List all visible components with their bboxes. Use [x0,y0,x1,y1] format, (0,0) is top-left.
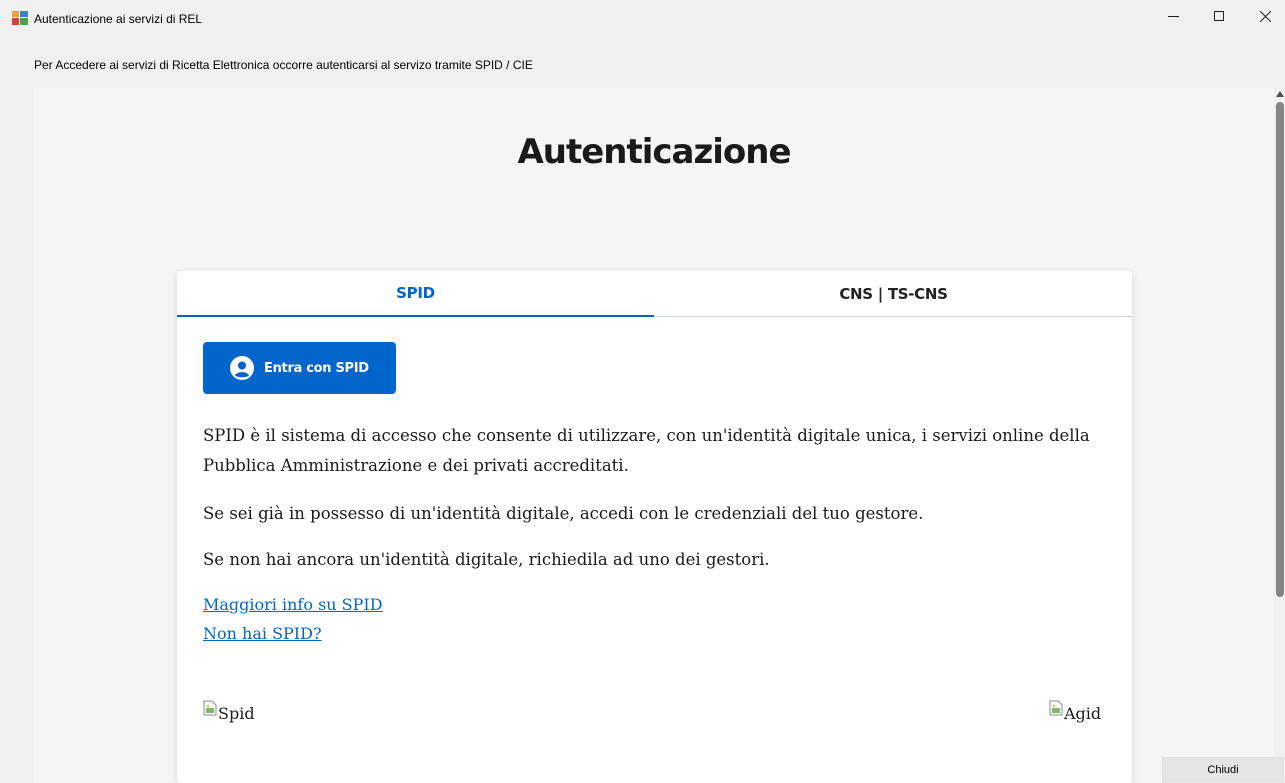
minimize-icon [1167,15,1179,17]
tab-bar: SPID CNS | TS-CNS [177,271,1132,317]
spid-request-identity-text: Se non hai ancora un'identità digitale, … [203,550,770,569]
window-title: Autenticazione ai servizi di REL [34,12,203,26]
agid-image-alt: Agid [1064,704,1102,723]
auth-card: SPID CNS | TS-CNS Entra con SPID SPID è … [177,271,1132,783]
close-window-button[interactable] [1242,0,1285,32]
vertical-scrollbar[interactable] [1274,88,1285,783]
broken-image-icon [203,700,217,716]
maximize-button[interactable] [1196,0,1242,32]
spid-description: SPID è il sistema di accesso che consent… [203,426,1090,475]
web-content: Autenticazione SPID CNS | TS-CNS Entra c… [34,88,1274,783]
tab-spid[interactable]: SPID [177,271,654,317]
agid-logo-image: Agid [1049,700,1102,723]
chiudi-button[interactable]: Chiudi [1162,757,1284,783]
entra-con-spid-button[interactable]: Entra con SPID [203,342,396,394]
page-title: Autenticazione [517,132,791,172]
info-label: Per Accedere ai servizi di Ricetta Elett… [34,58,533,72]
minimize-button[interactable] [1150,0,1196,32]
more-info-spid-link[interactable]: Maggiori info su SPID [203,595,383,614]
spid-existing-identity-text: Se sei già in possesso di un'identità di… [203,504,924,523]
close-icon [1259,10,1271,22]
title-bar: Autenticazione ai servizi di REL [0,0,1285,38]
user-circle-icon [230,356,254,380]
app-window-icon [12,11,28,25]
broken-image-icon [1049,700,1063,716]
scroll-up-icon[interactable] [1276,91,1284,97]
spid-image-alt: Spid [218,704,255,723]
maximize-icon [1214,11,1224,21]
scroll-thumb[interactable] [1276,102,1284,597]
no-spid-link[interactable]: Non hai SPID? [203,624,322,643]
entra-con-spid-label: Entra con SPID [264,360,369,376]
spid-logo-image: Spid [203,700,255,723]
tab-cns[interactable]: CNS | TS-CNS [655,271,1132,317]
